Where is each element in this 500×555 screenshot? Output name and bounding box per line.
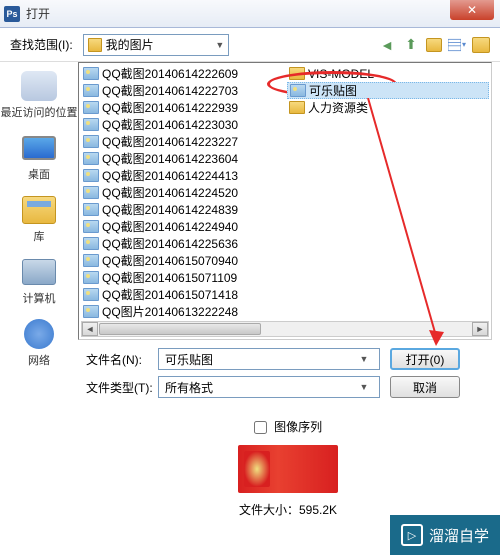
file-item[interactable]: QQ截图20140615071109 bbox=[81, 269, 283, 286]
places-bar: 最近访问的位置 桌面 库 计算机 网络 bbox=[0, 62, 78, 340]
views-button[interactable]: ▾ bbox=[448, 36, 466, 54]
cancel-button[interactable]: 取消 bbox=[390, 376, 460, 398]
place-recent[interactable]: 最近访问的位置 bbox=[0, 66, 78, 126]
scroll-right-button[interactable]: ► bbox=[472, 322, 488, 336]
image-file-icon bbox=[83, 101, 99, 114]
file-item[interactable]: QQ截图20140614224940 bbox=[81, 218, 283, 235]
folder-icon bbox=[88, 38, 102, 52]
place-network[interactable]: 网络 bbox=[0, 314, 78, 374]
window-title: 打开 bbox=[26, 5, 496, 22]
file-item[interactable]: QQ截图20140614222609 bbox=[81, 65, 283, 82]
close-button[interactable]: ✕ bbox=[450, 0, 494, 20]
watermark: ▷ 溜溜自学 bbox=[390, 515, 500, 555]
play-icon: ▷ bbox=[401, 524, 423, 546]
scroll-left-button[interactable]: ◄ bbox=[82, 322, 98, 336]
image-file-icon bbox=[83, 220, 99, 233]
file-item[interactable]: QQ截图20140614223030 bbox=[81, 116, 283, 133]
computer-icon bbox=[22, 259, 56, 285]
file-item[interactable]: QQ截图20140614224839 bbox=[81, 201, 283, 218]
image-file-icon bbox=[83, 254, 99, 267]
folder-icon bbox=[289, 67, 305, 80]
file-item[interactable]: QQ截图20140615071418 bbox=[81, 286, 283, 303]
image-file-icon bbox=[83, 152, 99, 165]
recent-icon bbox=[21, 71, 57, 101]
toolbar-last-button[interactable] bbox=[472, 37, 490, 53]
app-icon: Ps bbox=[4, 6, 20, 22]
open-button[interactable]: 打开(0) bbox=[390, 348, 460, 370]
image-sequence-checkbox[interactable] bbox=[254, 421, 267, 434]
image-file-icon bbox=[83, 84, 99, 97]
preview-area: 文件大小：595.2K bbox=[86, 445, 490, 518]
image-file-icon bbox=[83, 135, 99, 148]
image-file-icon bbox=[83, 237, 99, 250]
file-item[interactable]: QQ截图20140614223604 bbox=[81, 150, 283, 167]
file-item[interactable]: QQ截图20140614224520 bbox=[81, 184, 283, 201]
image-file-icon bbox=[83, 271, 99, 284]
place-library[interactable]: 库 bbox=[0, 190, 78, 250]
network-icon bbox=[24, 319, 54, 349]
image-file-icon bbox=[83, 186, 99, 199]
chevron-down-icon: ▾ bbox=[462, 40, 466, 49]
file-item[interactable]: 人力资源类 bbox=[287, 99, 489, 116]
chevron-down-icon: ▼ bbox=[215, 40, 224, 50]
image-file-icon bbox=[83, 288, 99, 301]
image-file-icon bbox=[83, 305, 99, 318]
library-icon bbox=[22, 196, 56, 224]
image-sequence-label: 图像序列 bbox=[274, 420, 322, 434]
place-desktop[interactable]: 桌面 bbox=[0, 128, 78, 188]
image-sequence-row: 图像序列 bbox=[86, 418, 490, 435]
back-button[interactable]: ◄ bbox=[378, 36, 396, 54]
preview-thumbnail bbox=[238, 445, 338, 493]
chevron-down-icon: ▼ bbox=[355, 382, 373, 392]
newfolder-button[interactable] bbox=[426, 38, 442, 52]
file-item[interactable]: 可乐贴图 bbox=[287, 82, 489, 99]
filesize-value: 595.2K bbox=[299, 503, 337, 517]
folder-icon bbox=[289, 101, 305, 114]
filetype-dropdown[interactable]: 所有格式 ▼ bbox=[158, 376, 380, 398]
lookfor-value: 我的图片 bbox=[106, 36, 216, 53]
image-file-icon bbox=[83, 67, 99, 80]
scroll-thumb[interactable] bbox=[99, 323, 261, 335]
image-file-icon bbox=[83, 118, 99, 131]
filename-label: 文件名(N): bbox=[86, 351, 158, 368]
toolbar: 查找范围(I): 我的图片 ▼ ◄ ⬆ ▾ bbox=[0, 28, 500, 62]
file-item[interactable]: VIS-MODEL bbox=[287, 65, 489, 82]
file-item[interactable]: QQ截图20140614222939 bbox=[81, 99, 283, 116]
image-file-icon bbox=[290, 84, 306, 97]
file-list[interactable]: QQ截图20140614222609QQ截图20140614222703QQ截图… bbox=[78, 62, 492, 340]
place-computer[interactable]: 计算机 bbox=[0, 252, 78, 312]
horizontal-scrollbar[interactable]: ◄ ► bbox=[81, 321, 489, 337]
lookfor-dropdown[interactable]: 我的图片 ▼ bbox=[83, 34, 230, 56]
lookfor-label: 查找范围(I): bbox=[10, 36, 73, 53]
chevron-down-icon: ▼ bbox=[355, 354, 373, 364]
body-area: 最近访问的位置 桌面 库 计算机 网络 QQ截图20140614222609QQ… bbox=[0, 62, 500, 340]
image-file-icon bbox=[83, 169, 99, 182]
file-item[interactable]: QQ截图20140614222703 bbox=[81, 82, 283, 99]
file-item[interactable]: QQ图片20140613222248 bbox=[81, 303, 283, 320]
file-item[interactable]: QQ截图20140615070940 bbox=[81, 252, 283, 269]
filetype-label: 文件类型(T): bbox=[86, 379, 158, 396]
image-file-icon bbox=[83, 203, 99, 216]
titlebar: Ps 打开 ✕ bbox=[0, 0, 500, 28]
up-button[interactable]: ⬆ bbox=[402, 36, 420, 54]
file-item[interactable]: QQ截图20140614224413 bbox=[81, 167, 283, 184]
filename-field[interactable]: 可乐贴图 ▼ bbox=[158, 348, 380, 370]
desktop-icon bbox=[22, 136, 56, 160]
file-item[interactable]: QQ截图20140614225636 bbox=[81, 235, 283, 252]
filesize-label: 文件大小： bbox=[239, 503, 299, 517]
file-item[interactable]: QQ截图20140614223227 bbox=[81, 133, 283, 150]
